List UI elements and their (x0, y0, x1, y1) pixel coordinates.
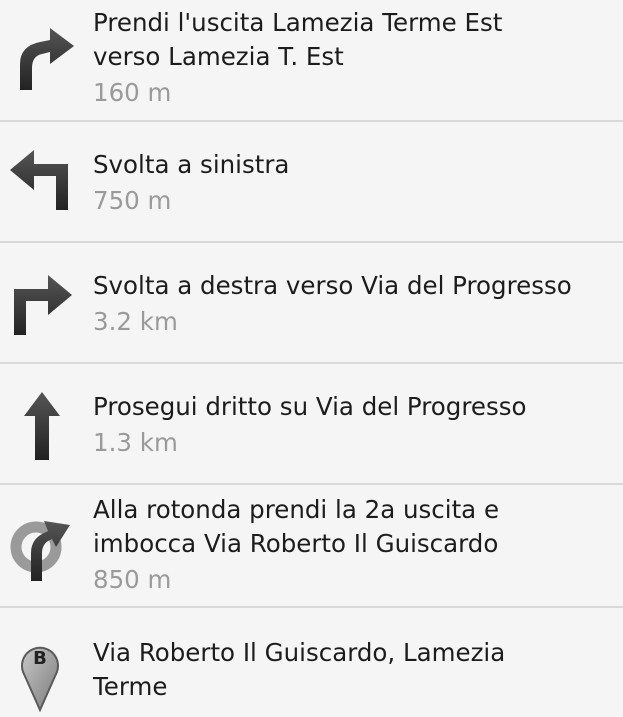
marker-letter: B (33, 648, 47, 669)
slight-right-arrow-icon (6, 20, 78, 92)
instruction-text: Via Roberto Il Guiscardo, Lamezia Terme (93, 638, 506, 701)
turn-left-arrow-icon (6, 140, 78, 212)
direction-step-left[interactable]: Svolta a sinistra 750 m (0, 122, 623, 242)
distance-text: 1.3 km (93, 428, 178, 457)
distance-text: 750 m (93, 186, 172, 215)
instruction-text: Alla rotonda prendi la 2a uscita e imboc… (93, 495, 500, 558)
direction-text: Svolta a sinistra 750 m (93, 148, 617, 218)
direction-text: Alla rotonda prendi la 2a uscita e imboc… (93, 493, 617, 597)
direction-text: Svolta a destra verso Via del Progresso … (93, 269, 617, 339)
direction-step-destination[interactable]: B Via Roberto Il Guiscardo, Lamezia Term… (0, 608, 623, 717)
distance-text: 160 m (93, 78, 172, 107)
instruction-text: Prosegui dritto su Via del Progresso (93, 392, 527, 421)
distance-text: 850 m (93, 565, 172, 594)
direction-step-roundabout[interactable]: Alla rotonda prendi la 2a uscita e imboc… (0, 485, 623, 607)
destination-marker-icon: B (10, 632, 70, 712)
turn-right-arrow-icon (6, 265, 78, 337)
direction-step-exit[interactable]: Prendi l'uscita Lamezia Terme Est verso … (0, 0, 623, 121)
direction-step-right[interactable]: Svolta a destra verso Via del Progresso … (0, 243, 623, 363)
straight-arrow-icon (6, 390, 78, 462)
instruction-text: Svolta a destra verso Via del Progresso (93, 271, 572, 300)
direction-step-straight[interactable]: Prosegui dritto su Via del Progresso 1.3… (0, 364, 623, 484)
directions-list: Prendi l'uscita Lamezia Terme Est verso … (0, 0, 623, 717)
direction-text: Prendi l'uscita Lamezia Terme Est verso … (93, 6, 617, 110)
instruction-text: Prendi l'uscita Lamezia Terme Est verso … (93, 8, 503, 71)
direction-text: Via Roberto Il Guiscardo, Lamezia Terme (93, 636, 617, 704)
direction-text: Prosegui dritto su Via del Progresso 1.3… (93, 390, 617, 460)
distance-text: 3.2 km (93, 307, 178, 336)
instruction-text: Svolta a sinistra (93, 150, 290, 179)
roundabout-icon (4, 509, 76, 581)
